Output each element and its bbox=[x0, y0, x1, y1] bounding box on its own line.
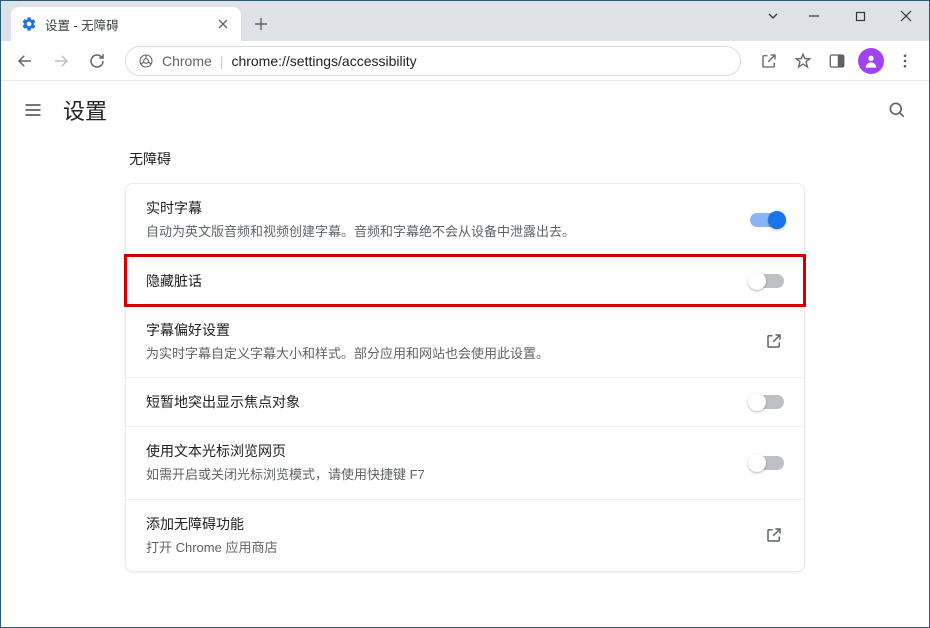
row-live-caption[interactable]: 实时字幕 自动为英文版音频和视频创建字幕。音频和字幕绝不会从设备中泄露出去。 bbox=[126, 184, 804, 256]
avatar bbox=[858, 48, 884, 74]
page-content: 设置 无障碍 实时字幕 自动为英文版音频和视频创建字幕。音频和字幕绝不会从设备中… bbox=[1, 81, 929, 627]
row-desc: 为实时字幕自定义字幕大小和样式。部分应用和网站也会使用此设置。 bbox=[146, 344, 748, 364]
gear-icon bbox=[21, 16, 37, 32]
row-label: 使用文本光标浏览网页 bbox=[146, 441, 734, 461]
page-title: 设置 bbox=[63, 94, 107, 126]
titlebar: 设置 - 无障碍 bbox=[1, 1, 929, 41]
row-focus-highlight[interactable]: 短暂地突出显示焦点对象 bbox=[126, 377, 804, 426]
forward-button[interactable] bbox=[45, 45, 77, 77]
search-icon[interactable] bbox=[885, 98, 909, 122]
row-caption-prefs[interactable]: 字幕偏好设置 为实时字幕自定义字幕大小和样式。部分应用和网站也会使用此设置。 bbox=[126, 305, 804, 378]
toggle-caret-browsing[interactable] bbox=[750, 456, 784, 470]
toolbar: Chrome | chrome://settings/accessibility bbox=[1, 41, 929, 81]
tab-dropdown-button[interactable] bbox=[755, 1, 791, 31]
row-add-accessibility[interactable]: 添加无障碍功能 打开 Chrome 应用商店 bbox=[126, 499, 804, 572]
toolbar-actions bbox=[753, 45, 921, 77]
row-desc: 如需开启或关闭光标浏览模式，请使用快捷键 F7 bbox=[146, 465, 734, 485]
browser-tab[interactable]: 设置 - 无障碍 bbox=[11, 7, 241, 41]
settings-header: 设置 bbox=[1, 81, 929, 139]
reload-button[interactable] bbox=[81, 45, 113, 77]
share-icon[interactable] bbox=[753, 45, 785, 77]
toggle-focus-highlight[interactable] bbox=[750, 395, 784, 409]
row-hide-profanity[interactable]: 隐藏脏话 bbox=[126, 256, 804, 305]
toggle-hide-profanity[interactable] bbox=[750, 274, 784, 288]
close-window-button[interactable] bbox=[883, 1, 929, 31]
window-controls bbox=[755, 1, 929, 35]
row-desc: 打开 Chrome 应用商店 bbox=[146, 538, 748, 558]
row-label: 隐藏脏话 bbox=[146, 271, 734, 291]
row-label: 添加无障碍功能 bbox=[146, 514, 748, 534]
maximize-button[interactable] bbox=[837, 1, 883, 31]
hamburger-menu-icon[interactable] bbox=[21, 98, 45, 122]
close-tab-icon[interactable] bbox=[215, 16, 231, 32]
side-panel-icon[interactable] bbox=[821, 45, 853, 77]
section-title: 无障碍 bbox=[125, 149, 805, 183]
toggle-live-caption[interactable] bbox=[750, 213, 784, 227]
row-caret-browsing[interactable]: 使用文本光标浏览网页 如需开启或关闭光标浏览模式，请使用快捷键 F7 bbox=[126, 426, 804, 499]
url-separator: | bbox=[220, 53, 224, 69]
tab-title: 设置 - 无障碍 bbox=[45, 15, 207, 34]
bookmark-icon[interactable] bbox=[787, 45, 819, 77]
url-text: chrome://settings/accessibility bbox=[231, 53, 416, 69]
minimize-button[interactable] bbox=[791, 1, 837, 31]
url-scheme: Chrome bbox=[162, 53, 212, 69]
external-link-icon bbox=[764, 525, 784, 545]
row-desc: 自动为英文版音频和视频创建字幕。音频和字幕绝不会从设备中泄露出去。 bbox=[146, 222, 734, 242]
settings-card: 实时字幕 自动为英文版音频和视频创建字幕。音频和字幕绝不会从设备中泄露出去。 隐… bbox=[125, 183, 805, 572]
address-bar[interactable]: Chrome | chrome://settings/accessibility bbox=[125, 46, 741, 76]
external-link-icon bbox=[764, 331, 784, 351]
settings-column: 无障碍 实时字幕 自动为英文版音频和视频创建字幕。音频和字幕绝不会从设备中泄露出… bbox=[125, 149, 805, 572]
settings-body: 无障碍 实时字幕 自动为英文版音频和视频创建字幕。音频和字幕绝不会从设备中泄露出… bbox=[1, 139, 929, 572]
row-label: 实时字幕 bbox=[146, 198, 734, 218]
chrome-icon bbox=[138, 53, 154, 69]
kebab-menu-icon[interactable] bbox=[889, 45, 921, 77]
browser-window: 设置 - 无障碍 bbox=[0, 0, 930, 628]
row-label: 字幕偏好设置 bbox=[146, 320, 748, 340]
profile-avatar[interactable] bbox=[855, 45, 887, 77]
row-label: 短暂地突出显示焦点对象 bbox=[146, 392, 734, 412]
new-tab-button[interactable] bbox=[247, 10, 275, 38]
back-button[interactable] bbox=[9, 45, 41, 77]
